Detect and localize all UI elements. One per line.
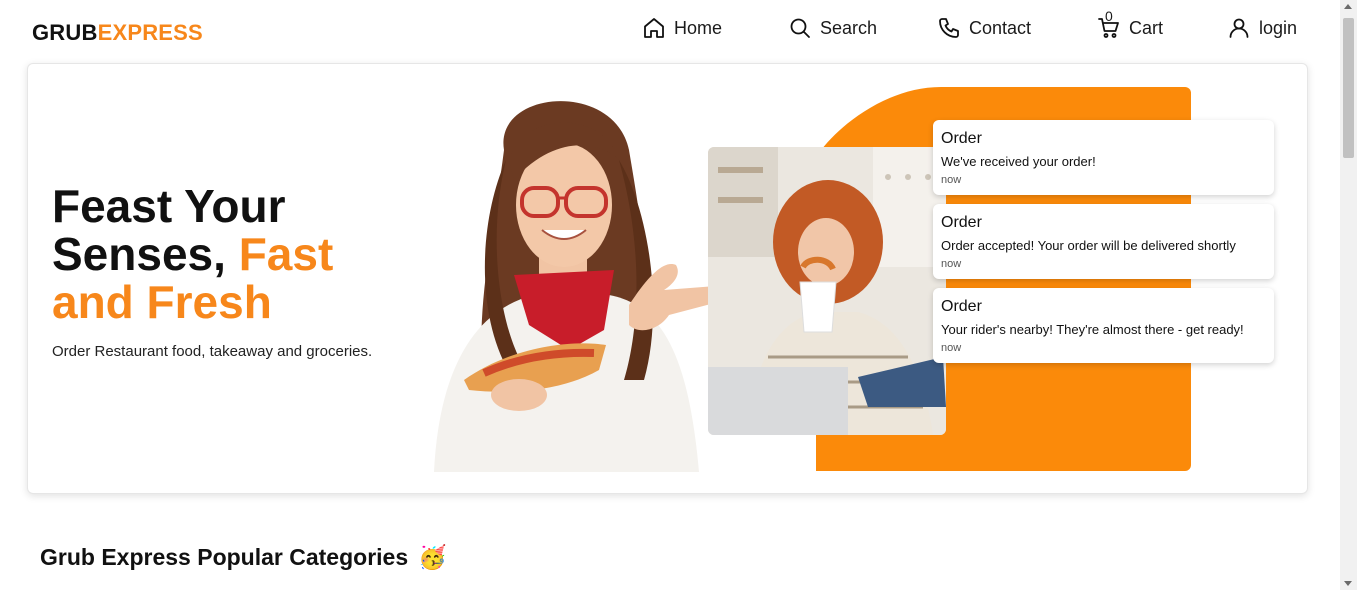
nav-search-label: Search (820, 17, 878, 38)
navbar: GRUBEXPRESS Home Search Contact 0 Cart l… (0, 0, 1340, 62)
woman-eating-photo (708, 147, 946, 435)
page-scrollbar[interactable] (1340, 0, 1357, 590)
notification-title: Order (941, 130, 982, 147)
headline-line-1: Feast Your (52, 180, 286, 232)
notification-title: Order (941, 214, 982, 231)
cart-count-badge: 0 (1105, 8, 1113, 24)
nav-home[interactable]: Home (642, 16, 722, 40)
scroll-up-arrow-icon[interactable] (1344, 4, 1352, 9)
user-icon (1229, 18, 1249, 38)
notification-card: Order Your rider's nearby! They're almos… (933, 288, 1274, 363)
notification-time: now (941, 174, 962, 186)
brand-part-2: EXPRESS (97, 20, 203, 45)
popular-categories-heading: Grub Express Popular Categories 🥳 (40, 544, 447, 571)
headline-line-2: Senses, (52, 228, 226, 280)
nav-cart-label: Cart (1129, 17, 1164, 38)
hero-headline: Feast Your Senses, Fast and Fresh (52, 182, 372, 326)
nav-contact[interactable]: Contact (937, 16, 1031, 40)
brand-part-1: GRUB (32, 20, 98, 45)
hero-subtitle: Order Restaurant food, takeaway and groc… (52, 343, 373, 360)
section-title-text: Grub Express Popular Categories (40, 544, 409, 570)
nav-login[interactable]: login (1227, 16, 1297, 40)
home-icon (644, 18, 664, 38)
brand-logo[interactable]: GRUBEXPRESS (32, 20, 203, 46)
notification-card: Order Order accepted! Your order will be… (933, 204, 1274, 279)
scroll-down-arrow-icon[interactable] (1344, 581, 1352, 586)
hero-card: Feast Your Senses, Fast and Fresh Order … (27, 63, 1308, 494)
notification-card: Order We've received your order! now (933, 120, 1274, 195)
scrollbar-thumb[interactable] (1343, 18, 1354, 158)
notification-message: Order accepted! Your order will be deliv… (941, 238, 1236, 253)
search-icon (790, 18, 810, 38)
nav-search[interactable]: Search (788, 16, 877, 40)
notification-message: We've received your order! (941, 154, 1096, 169)
nav-contact-label: Contact (969, 17, 1032, 38)
notification-title: Order (941, 298, 982, 315)
nav-home-label: Home (674, 17, 723, 38)
notification-time: now (941, 342, 962, 354)
notification-message: Your rider's nearby! They're almost ther… (941, 322, 1244, 337)
nav-login-label: login (1259, 17, 1298, 38)
notification-time: now (941, 258, 962, 270)
woman-eating-image (708, 147, 946, 435)
nav-cart[interactable]: 0 Cart (1097, 8, 1164, 40)
party-face-icon: 🥳 (418, 544, 447, 570)
woman-pizza-image (434, 101, 736, 472)
phone-icon (939, 18, 959, 38)
